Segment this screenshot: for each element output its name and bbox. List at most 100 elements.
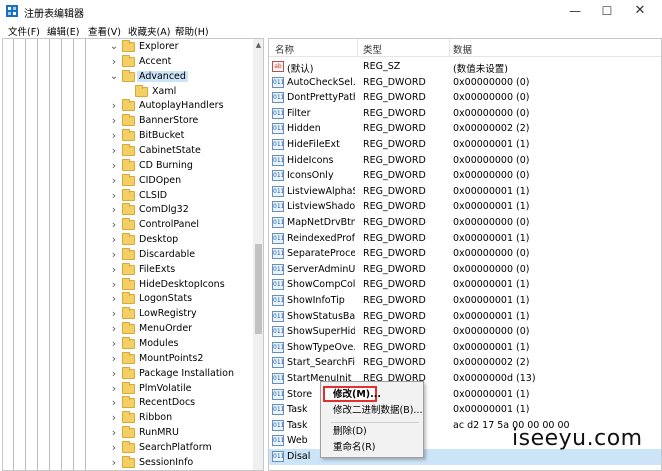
column-separator[interactable] [449,39,450,57]
tree-scrollbar[interactable]: ▲ [253,39,263,470]
tree-item[interactable]: › CD Burning [3,158,253,174]
tree-item[interactable]: › RunMRU [3,426,253,441]
registry-tree[interactable]: ⌄ Explorer › Accent ⌄ Advanced Xaml › AutoplayHa… [2,38,264,471]
tree-item[interactable]: › Ribbon [3,411,253,426]
expand-chevron-right-icon[interactable]: › [109,203,119,217]
tree-item[interactable]: Xaml [3,84,253,100]
expand-chevron-right-icon[interactable]: › [109,278,119,292]
expand-chevron-right-icon[interactable]: › [109,367,119,381]
tree-item[interactable]: › BitBucket [3,129,253,144]
table-row[interactable]: 011 MapNetDrvBtn REG_DWORD 0x00000000 (0) [269,215,661,231]
tree-item[interactable]: › Modules [3,337,253,352]
expand-chevron-right-icon[interactable]: › [109,55,119,69]
expand-chevron-right-icon[interactable]: › [109,248,119,262]
expand-chevron-right-icon[interactable]: › [109,411,119,425]
expand-chevron-right-icon[interactable]: › [109,174,119,188]
menu-view[interactable]: 查看(V) [88,24,121,38]
tree-item[interactable]: › BannerStore [3,114,253,129]
expand-chevron-right-icon[interactable]: › [109,307,119,321]
expand-chevron-right-icon[interactable]: › [109,114,119,128]
expand-chevron-right-icon[interactable]: › [109,159,119,173]
table-row[interactable]: 011ListviewAlphaS... REG_DWORD 0x00000001 … [269,184,661,200]
expand-chevron-right-icon[interactable]: › [109,233,119,247]
tree-item[interactable]: › RecentDocs [3,396,253,411]
tree-item[interactable]: ⌄ Explorer [3,40,253,55]
maximize-button[interactable]: ☐ [592,0,622,22]
table-row[interactable]: 011SeparateProce... REG_DWORD 0x00000000 (… [269,246,661,262]
table-row[interactable]: 011 ShowTypeOve... REG_DWORD 0x00000001 (1) [269,340,661,356]
menu-help[interactable]: 帮助(H) [175,24,209,38]
table-row[interactable]: 011 ShowInfoTip REG_DWORD 0x00000001 (1) [269,293,661,309]
table-row[interactable]: 011 Hidden REG_DWORD 0x00000002 (2) [269,121,661,137]
expand-chevron-down-icon[interactable]: ⌄ [109,70,119,84]
expand-chevron-right-icon[interactable]: › [109,144,119,158]
menu-file[interactable]: 文件(F) [8,24,40,38]
tree-item[interactable]: › SearchPlatform [3,440,253,456]
expand-chevron-right-icon[interactable]: › [109,218,119,232]
tree-item[interactable]: › MenuOrder [3,322,253,337]
menu-item-modify[interactable]: 修改(M)... [323,386,381,402]
value-type: REG_DWORD [363,139,426,150]
tree-item[interactable]: › Package Installation [3,366,253,382]
table-row[interactable]: 011ShowCompCol... REG_DWORD 0x00000001 (1) [269,277,661,293]
tree-item[interactable]: › HideDesktopIcons [3,277,253,293]
expand-chevron-right-icon[interactable]: › [109,441,119,455]
tree-item[interactable]: › PlmVolatile [3,381,253,397]
tree-item[interactable]: › AutoplayHandlers [3,99,253,114]
table-row[interactable]: 011 HideIcons REG_DWORD 0x00000000 (0) [269,153,661,169]
column-header-name[interactable]: 名称 [275,42,294,56]
menu-favorites[interactable]: 收藏夹(A) [128,24,170,38]
table-row[interactable]: 011ReindexedProf... REG_DWORD 0x00000001 (… [269,231,661,247]
expand-chevron-right-icon[interactable]: › [109,456,119,470]
expand-chevron-right-icon[interactable]: › [109,129,119,143]
tree-item[interactable]: › LogonStats [3,292,253,307]
expand-chevron-right-icon[interactable]: › [109,352,119,366]
table-row[interactable]: 011ShowSuperHid... REG_DWORD 0x00000000 (0… [269,324,661,340]
table-row[interactable]: 011 IconsOnly REG_DWORD 0x00000000 (0) [269,168,661,184]
expand-chevron-right-icon[interactable]: › [109,382,119,396]
table-row[interactable]: 011 Filter REG_DWORD 0x00000000 (0) [269,106,661,122]
expand-chevron-right-icon[interactable]: › [109,189,119,203]
tree-item[interactable]: › LowRegistry [3,307,253,322]
scroll-up-arrow-icon[interactable]: ▲ [253,39,263,51]
table-row[interactable]: 011 AutoCheckSel... REG_DWORD 0x00000000 (0… [269,75,661,91]
menu-item-delete[interactable]: 删除(D) [321,424,423,440]
table-row[interactable]: 011 ShowStatusBar REG_DWORD 0x00000001 (1) [269,309,661,325]
menu-item-rename[interactable]: 重命名(R) [321,440,423,456]
expand-chevron-right-icon[interactable]: › [109,396,119,410]
tree-item[interactable]: › CIDOpen [3,173,253,189]
table-row[interactable]: 011 DontPrettyPath REG_DWORD 0x00000000 (0) [269,90,661,106]
minimize-button[interactable]: — [560,0,590,22]
table-row[interactable]: ab (默认) REG_SZ (数值未设置) [269,59,661,75]
column-separator[interactable] [357,39,358,57]
tree-item[interactable]: › ControlPanel [3,218,253,233]
tree-item[interactable]: ⌄ Advanced [3,69,253,85]
expand-chevron-right-icon[interactable]: › [109,337,119,351]
tree-item[interactable]: › Accent [3,54,253,70]
value-type: REG_DWORD [363,123,426,135]
table-row[interactable]: 011ListviewShadow REG_DWORD 0x00000001 (1) [269,199,661,215]
tree-item[interactable]: › FileExts [3,262,253,278]
table-row[interactable]: 011Start_SearchFil... REG_DWORD 0x00000002… [269,355,661,371]
menu-item-modify-binary[interactable]: 修改二进制数据(B)... [321,403,423,419]
tree-item[interactable]: › ComDlg32 [3,203,253,218]
expand-chevron-right-icon[interactable]: › [109,322,119,336]
expand-chevron-right-icon[interactable]: › [109,263,119,277]
tree-item[interactable]: › CLSID [3,188,253,204]
tree-item[interactable]: › Desktop [3,233,253,248]
tree-item[interactable]: › MountPoints2 [3,351,253,367]
table-row[interactable]: 011 ServerAdminUI REG_DWORD 0x00000000 (0) [269,262,661,278]
expand-chevron-right-icon[interactable]: › [109,426,119,440]
column-header-type[interactable]: 类型 [363,42,382,56]
expand-chevron-down-icon[interactable]: ⌄ [109,40,119,54]
tree-scrollbar-thumb[interactable] [255,244,262,334]
tree-item[interactable]: › Discardable [3,247,253,263]
column-header-data[interactable]: 数据 [453,42,472,56]
tree-item[interactable]: › SessionInfo [3,455,253,470]
tree-item[interactable]: › CabinetState [3,143,253,159]
expand-chevron-right-icon[interactable]: › [109,292,119,306]
menu-edit[interactable]: 编辑(E) [47,24,79,38]
table-row[interactable]: 011 HideFileExt REG_DWORD 0x00000001 (1) [269,137,661,153]
close-button[interactable]: ✕ [625,0,655,22]
expand-chevron-right-icon[interactable]: › [109,99,119,113]
